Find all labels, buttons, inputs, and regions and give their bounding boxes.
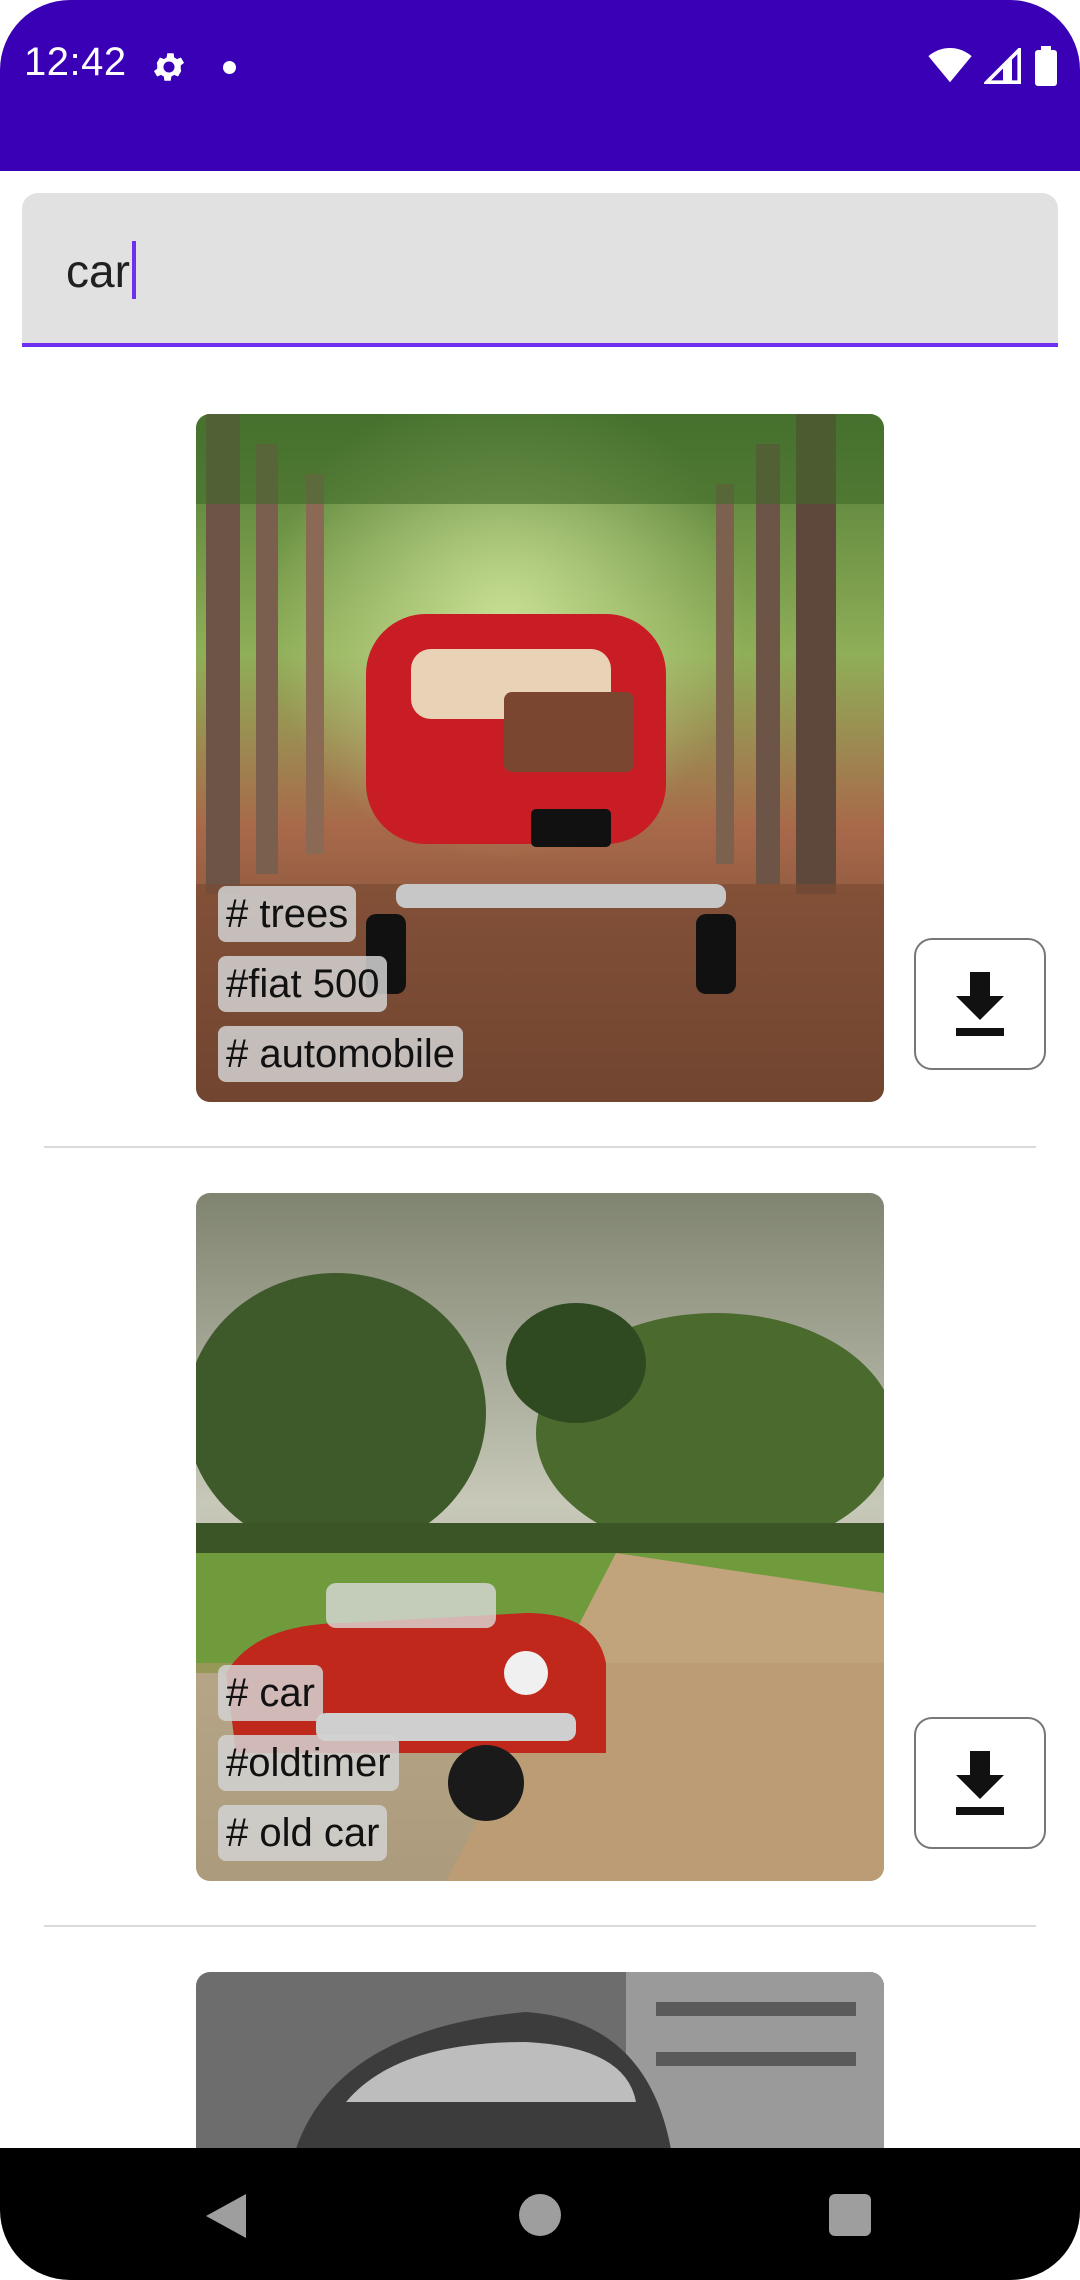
photo-red-fiat-in-forest[interactable]: # trees #fiat 500 # automobile	[196, 414, 884, 1102]
tag-chip[interactable]: #oldtimer	[218, 1735, 399, 1791]
tag-chip[interactable]: # automobile	[218, 1026, 464, 1082]
download-button[interactable]	[914, 938, 1046, 1070]
tag-chip[interactable]: #fiat 500	[218, 956, 388, 1012]
system-nav-bar	[0, 2148, 1080, 2280]
tag-chip[interactable]: # car	[218, 1665, 323, 1721]
text-cursor	[131, 241, 136, 299]
status-icons	[928, 46, 1058, 86]
search-field[interactable]: car	[22, 193, 1058, 347]
search-value: car	[66, 245, 130, 297]
tag-list: # car #oldtimer # old car	[218, 1665, 399, 1861]
search-underline	[22, 343, 1058, 347]
download-icon	[956, 972, 1004, 1036]
divider	[44, 1925, 1036, 1927]
top-app-bar: 12:42	[0, 0, 1080, 171]
gear-icon	[153, 53, 185, 81]
notification-dot-icon	[223, 61, 236, 74]
battery-icon	[1035, 46, 1057, 86]
app-screen: 12:42 car # trees #fiat 500 # automobile…	[0, 0, 1080, 2280]
signal-icon	[984, 48, 1021, 84]
back-icon[interactable]	[206, 2194, 246, 2238]
search-input-text[interactable]: car	[66, 241, 136, 299]
tag-list: # trees #fiat 500 # automobile	[218, 886, 464, 1082]
download-button[interactable]	[914, 1717, 1046, 1849]
divider	[44, 1146, 1036, 1148]
download-icon	[956, 1751, 1004, 1815]
wifi-icon	[928, 48, 972, 83]
photo-red-classic-convertible[interactable]: # car #oldtimer # old car	[196, 1193, 884, 1881]
home-icon[interactable]	[519, 2194, 561, 2236]
tag-chip[interactable]: # old car	[218, 1805, 388, 1861]
status-time: 12:42	[24, 40, 127, 84]
tag-chip[interactable]: # trees	[218, 886, 357, 942]
recents-icon[interactable]	[829, 2194, 871, 2236]
